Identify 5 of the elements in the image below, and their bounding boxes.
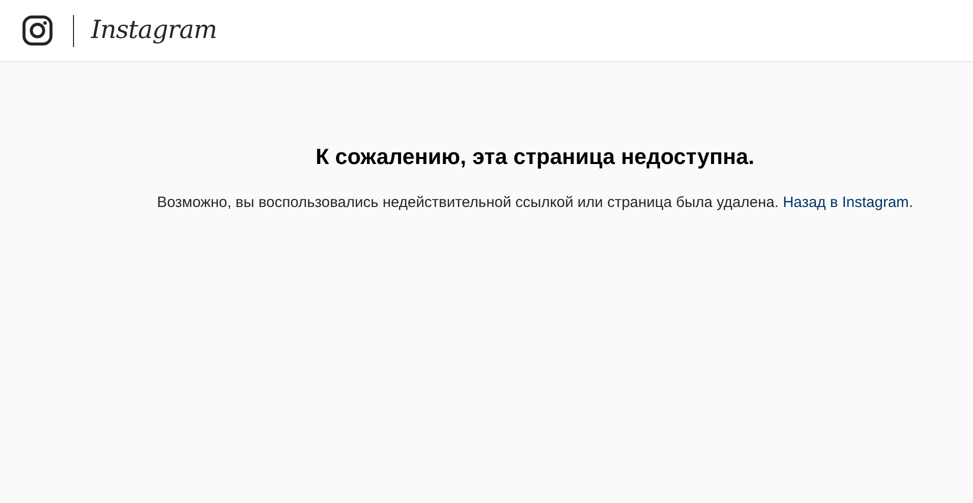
error-message: Возможно, вы воспользовались недействительной ссылкой или страница была удалена. Назад в Instagram.: [157, 194, 913, 211]
back-link[interactable]: Назад в Instagram: [782, 194, 909, 211]
error-title: К сожалению, эта страница недоступна.: [316, 144, 754, 170]
camera-icon[interactable]: [22, 15, 53, 46]
instagram-logo[interactable]: Instagram: [91, 15, 217, 44]
